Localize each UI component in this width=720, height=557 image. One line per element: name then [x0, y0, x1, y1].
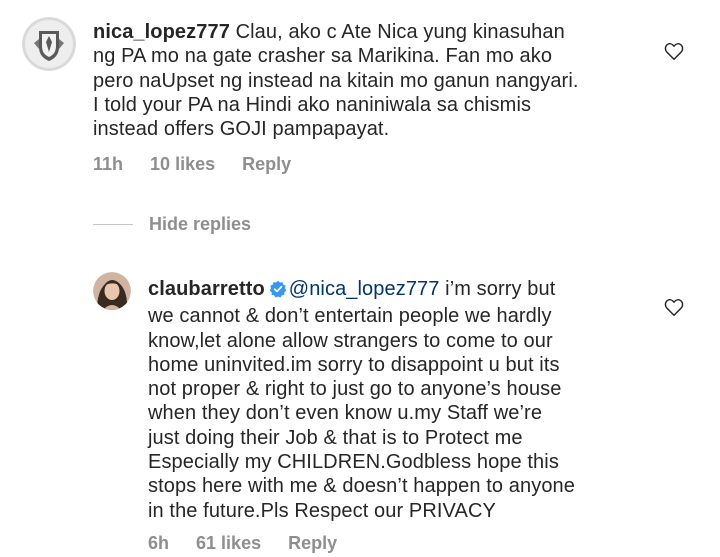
- divider: [93, 224, 133, 225]
- like-heart-icon[interactable]: [663, 40, 685, 62]
- like-heart-icon[interactable]: [663, 296, 685, 318]
- comment-text: nica_lopez777 Clau, ako c Ate Nica yung …: [93, 20, 693, 141]
- reply-button[interactable]: Reply: [288, 533, 337, 553]
- comment-likes[interactable]: 61 likes: [196, 533, 261, 553]
- verified-badge-icon: [269, 280, 287, 304]
- hide-replies-label: Hide replies: [149, 214, 252, 234]
- comment-text: claubarretto @nica_lopez777 i’m sorry but…: [148, 277, 688, 523]
- mention-link[interactable]: @nica_lopez777: [289, 278, 440, 300]
- comment-username[interactable]: nica_lopez777: [93, 21, 230, 43]
- comment-body: we cannot & don’t entertain people we ha…: [148, 305, 575, 522]
- hide-replies-button[interactable]: Hide replies: [93, 214, 251, 235]
- profile-photo-avatar[interactable]: [93, 272, 131, 310]
- comment-meta: 11h 10 likes Reply: [93, 154, 313, 175]
- comment-likes[interactable]: 10 likes: [150, 154, 215, 174]
- reply-button[interactable]: Reply: [242, 154, 291, 174]
- comment-time: 6h: [148, 533, 170, 553]
- comment-meta: 6h 61 likes Reply: [148, 533, 359, 554]
- comment-body-first-line: i’m sorry but: [439, 278, 556, 300]
- comment-time: 11h: [93, 154, 124, 174]
- comment-username[interactable]: claubarretto: [148, 278, 265, 300]
- crest-avatar[interactable]: [22, 17, 76, 71]
